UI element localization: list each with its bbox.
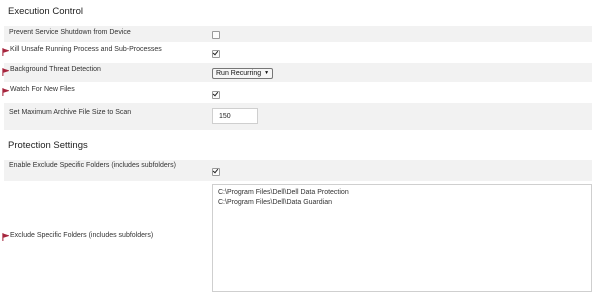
label-max-archive-size: Set Maximum Archive File Size to Scan [9,109,132,116]
row-kill-unsafe-process: Kill Unsafe Running Process and Sub-Proc… [2,43,592,61]
row-enable-exclude-folders: Enable Exclude Specific Folders (include… [4,160,592,181]
row-max-archive-size: Set Maximum Archive File Size to Scan 15… [4,103,592,130]
background-threat-detection-select[interactable]: Run Recurring ▼ [212,68,274,79]
checkbox-prevent-service-shutdown[interactable] [212,31,220,39]
row-exclude-folders: Exclude Specific Folders (includes subfo… [2,182,592,296]
row-watch-for-new-files: Watch For New Files [2,84,592,102]
section-title-execution-control: Execution Control [8,6,83,17]
checkbox-watch-for-new-files[interactable] [212,91,220,99]
red-flag-icon [2,68,9,76]
exclude-folder-line: C:\Program Files\Dell\Dell Data Protecti… [218,189,349,196]
checkbox-enable-exclude-folders[interactable] [212,168,220,176]
label-exclude-folders: Exclude Specific Folders (includes subfo… [10,232,154,239]
red-flag-icon [2,48,9,56]
label-kill-unsafe-process: Kill Unsafe Running Process and Sub-Proc… [10,46,162,53]
label-enable-exclude-folders: Enable Exclude Specific Folders (include… [9,162,176,169]
checkbox-kill-unsafe-process[interactable] [212,50,220,58]
red-flag-icon [2,88,9,96]
row-prevent-service-shutdown: Prevent Service Shutdown from Device [4,26,592,42]
section-title-protection-settings: Protection Settings [8,140,88,151]
max-archive-size-input[interactable]: 150 [212,108,258,124]
label-background-threat-detection: Background Threat Detection [10,66,101,73]
chevron-down-icon: ▼ [264,70,270,76]
label-watch-for-new-files: Watch For New Files [10,86,75,93]
exclude-folder-line: C:\Program Files\Dell\Data Guardian [218,198,332,206]
select-value: Run Recurring [216,70,262,77]
red-flag-icon [2,233,9,241]
row-background-threat-detection: Background Threat Detection Run Recurrin… [2,63,592,82]
exclude-folders-textarea[interactable]: C:\Program Files\Dell\Dell Data Protecti… [212,184,592,292]
label-prevent-service-shutdown: Prevent Service Shutdown from Device [9,29,131,36]
